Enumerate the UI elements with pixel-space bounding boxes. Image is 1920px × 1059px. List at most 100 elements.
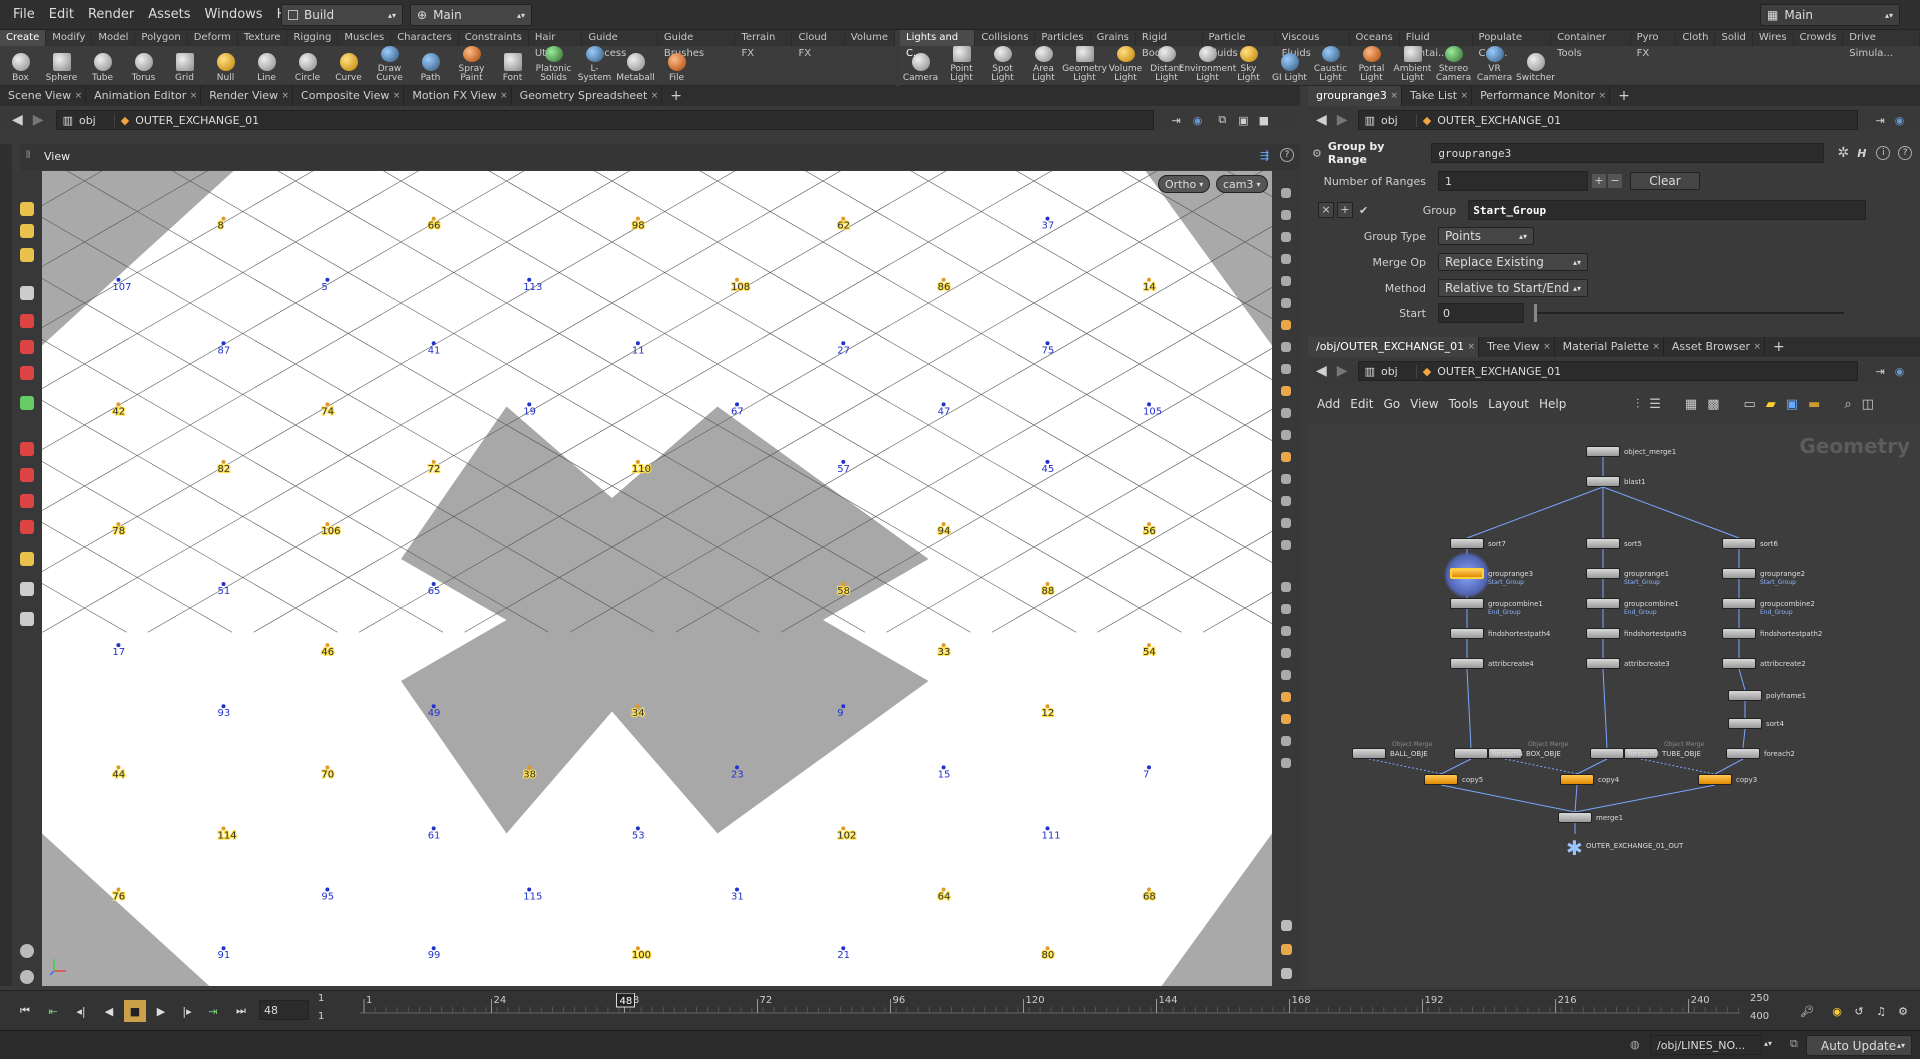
flipbook-icon[interactable] bbox=[16, 609, 38, 629]
network-node[interactable] bbox=[1450, 598, 1484, 609]
display-option-icon[interactable] bbox=[1275, 687, 1297, 707]
rotate-icon[interactable] bbox=[16, 337, 38, 357]
scale-icon[interactable] bbox=[16, 363, 38, 383]
jump-end-icon[interactable]: ⏭ bbox=[230, 1000, 252, 1022]
close-icon[interactable]: × bbox=[1468, 337, 1476, 357]
add-tab-icon[interactable]: + bbox=[1610, 86, 1638, 106]
network-node[interactable] bbox=[1586, 598, 1620, 609]
shelf-right-tool[interactable]: Camera bbox=[900, 46, 941, 86]
pane-tab[interactable]: grouprange3 × bbox=[1308, 86, 1402, 106]
main-desktop-select[interactable]: ▦ Main ▴▾ bbox=[1760, 4, 1900, 26]
pane-tab[interactable]: Take List × bbox=[1402, 86, 1473, 106]
network-node[interactable] bbox=[1728, 690, 1762, 701]
shelf-right-tool[interactable]: Area Light bbox=[1023, 46, 1064, 86]
network-node[interactable] bbox=[1590, 748, 1624, 759]
shelf-right-tab[interactable]: Crowds bbox=[1794, 30, 1844, 46]
grid-snap-icon[interactable]: ▩ bbox=[1707, 397, 1719, 412]
close-icon[interactable]: × bbox=[393, 86, 401, 106]
status-path[interactable]: /obj/LINES_NO... bbox=[1650, 1035, 1762, 1055]
shelf-left-tab[interactable]: Polygon bbox=[135, 30, 188, 46]
back-arrow-icon[interactable]: ◀ bbox=[1316, 112, 1327, 128]
view-toggle-icon[interactable]: ⫴ bbox=[26, 150, 30, 161]
shelf-right-tab[interactable]: Rigid Bodies bbox=[1136, 30, 1203, 59]
shelf-left-tab[interactable]: Muscles bbox=[338, 30, 392, 46]
shelf-right-tab[interactable]: Particles bbox=[1035, 30, 1091, 46]
shelf-left-tool[interactable]: Null bbox=[205, 46, 246, 86]
network-box-icon[interactable]: ▭ bbox=[1744, 397, 1756, 412]
left-path-field[interactable]: ▥ obj ◆ OUTER_EXCHANGE_01 bbox=[55, 110, 1154, 130]
shelf-right-tab[interactable]: Lights and C... bbox=[900, 30, 976, 59]
network-menu-item[interactable]: Add bbox=[1312, 397, 1345, 411]
close-icon[interactable]: × bbox=[1652, 337, 1660, 357]
network-node[interactable] bbox=[1698, 774, 1732, 785]
shelf-right-tab[interactable]: Particle Fluids bbox=[1203, 30, 1276, 59]
display-option-icon[interactable] bbox=[1275, 447, 1297, 467]
shelf-left-tool[interactable]: Sphere bbox=[41, 46, 82, 86]
maximize-icon[interactable]: ■ bbox=[1259, 114, 1269, 127]
shelf-left-tab[interactable]: Constraints bbox=[459, 30, 529, 46]
shelf-right-tool[interactable]: Point Light bbox=[941, 46, 982, 86]
link-icon[interactable]: ◉ bbox=[1193, 114, 1203, 127]
display-option-icon[interactable] bbox=[1275, 535, 1297, 555]
transform-icon[interactable] bbox=[16, 393, 38, 413]
layout-icon[interactable] bbox=[1275, 939, 1297, 959]
close-icon[interactable]: × bbox=[500, 86, 508, 106]
pane-tab[interactable]: /obj/OUTER_EXCHANGE_01 × bbox=[1308, 337, 1480, 357]
shelf-right-tool[interactable]: Ambient Light bbox=[1392, 46, 1433, 86]
network-node[interactable] bbox=[1450, 658, 1484, 669]
shelf-left-tab[interactable]: Characters bbox=[391, 30, 459, 46]
shelf-right-tool[interactable]: Volume Light bbox=[1105, 46, 1146, 86]
shelf-right-tab[interactable]: Populate Con... bbox=[1473, 30, 1552, 59]
shelf-right-tab[interactable]: Viscous Fluids bbox=[1276, 30, 1350, 59]
pane-tab[interactable]: Asset Browser × bbox=[1664, 337, 1766, 357]
display-icon[interactable]: ◫ bbox=[1862, 397, 1874, 412]
menu-windows[interactable]: Windows bbox=[198, 0, 270, 30]
shelf-right-tool[interactable]: Sky Light bbox=[1228, 46, 1269, 86]
shelf-left-tab[interactable]: Create bbox=[0, 30, 47, 46]
shelf-right-tab[interactable]: Oceans bbox=[1350, 30, 1400, 46]
add-tab-icon[interactable]: + bbox=[1765, 337, 1793, 357]
info-icon[interactable]: i bbox=[1876, 146, 1891, 160]
shelf-left-tool[interactable]: Circle bbox=[287, 46, 328, 86]
display-option-icon[interactable] bbox=[1275, 513, 1297, 533]
network-node[interactable] bbox=[1586, 476, 1620, 487]
display-option-icon[interactable] bbox=[1275, 205, 1297, 225]
shelf-left-tab[interactable]: Modify bbox=[46, 30, 93, 46]
shelf-left-tab[interactable]: Model bbox=[92, 30, 136, 46]
network-node[interactable] bbox=[1722, 598, 1756, 609]
display-option-icon[interactable] bbox=[1275, 381, 1297, 401]
desktop-select[interactable]: Build ▴▾ bbox=[281, 4, 403, 26]
display-option-icon[interactable] bbox=[1275, 337, 1297, 357]
close-icon[interactable]: × bbox=[1461, 86, 1469, 106]
forward-arrow-icon[interactable]: ▶ bbox=[1337, 363, 1348, 379]
shelf-left-tool[interactable]: Line bbox=[246, 46, 287, 86]
pin-icon[interactable]: ⇥ bbox=[1172, 114, 1181, 127]
shelf-right-tab[interactable]: Drive Simula... bbox=[1843, 30, 1920, 59]
snap-icon[interactable] bbox=[16, 465, 38, 485]
end-frame-field[interactable]: 250 bbox=[1750, 993, 1769, 1004]
link-icon[interactable]: ◉ bbox=[1895, 365, 1905, 378]
slider-handle[interactable] bbox=[1534, 304, 1537, 322]
arrow-icon[interactable] bbox=[16, 283, 38, 303]
folder-icon[interactable]: ▬ bbox=[1808, 397, 1820, 412]
display-option-icon[interactable] bbox=[1275, 709, 1297, 729]
display-option-icon[interactable] bbox=[1275, 753, 1297, 773]
shelf-right-tool[interactable]: Switcher bbox=[1515, 46, 1556, 86]
display-option-icon[interactable] bbox=[1275, 731, 1297, 751]
layout-icon[interactable]: ▣ bbox=[1238, 114, 1248, 127]
shelf-left-tab[interactable]: Cloud FX bbox=[792, 30, 845, 59]
network-menu-item[interactable]: View bbox=[1405, 397, 1443, 411]
step-field[interactable]: 1 bbox=[318, 1011, 324, 1022]
shelf-right-tool[interactable]: Caustic Light bbox=[1310, 46, 1351, 86]
pane-tab[interactable]: Scene View × bbox=[0, 86, 87, 106]
key-icon[interactable]: 🔑︎ bbox=[1796, 1000, 1818, 1022]
menu-edit[interactable]: Edit bbox=[42, 0, 81, 30]
shelf-left-tool[interactable]: Tube bbox=[82, 46, 123, 86]
shelf-left-tool[interactable]: L-System bbox=[574, 46, 615, 86]
shelf-left-tab[interactable]: Rigging bbox=[287, 30, 339, 46]
grid-view-icon[interactable]: ▦ bbox=[1685, 397, 1697, 412]
step-forward-icon[interactable]: |▸ bbox=[176, 1000, 198, 1022]
start-field[interactable]: 0 bbox=[1438, 303, 1524, 323]
network-menu-item[interactable]: Help bbox=[1534, 397, 1571, 411]
network-node[interactable] bbox=[1722, 628, 1756, 639]
